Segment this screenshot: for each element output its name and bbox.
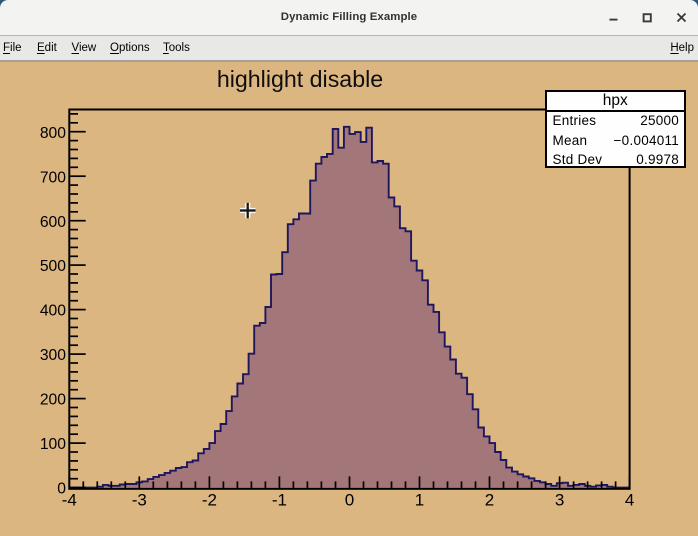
svg-text:100: 100 — [40, 436, 66, 453]
svg-text:-2: -2 — [202, 491, 217, 510]
svg-text:300: 300 — [40, 347, 66, 364]
svg-text:800: 800 — [40, 125, 66, 142]
svg-text:700: 700 — [40, 169, 66, 186]
svg-text:1: 1 — [415, 491, 424, 510]
svg-text:3: 3 — [555, 491, 564, 510]
svg-text:400: 400 — [40, 303, 66, 320]
svg-text:0: 0 — [345, 491, 354, 510]
svg-text:-3: -3 — [132, 491, 147, 510]
svg-text:2: 2 — [485, 491, 494, 510]
svg-text:500: 500 — [40, 258, 66, 275]
svg-text:600: 600 — [40, 214, 66, 231]
svg-text:200: 200 — [40, 392, 66, 409]
svg-text:4: 4 — [625, 491, 634, 510]
svg-text:-1: -1 — [272, 491, 287, 510]
svg-text:0: 0 — [57, 481, 66, 498]
